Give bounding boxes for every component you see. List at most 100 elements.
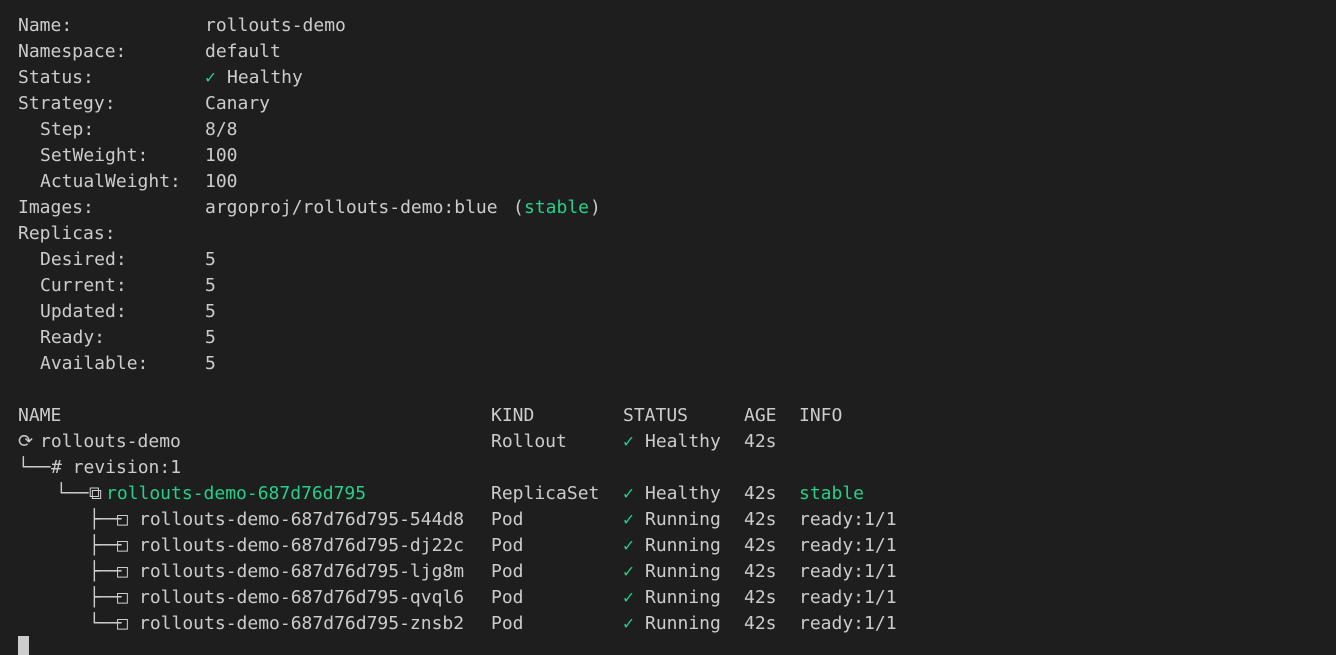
replicaset-status: Healthy: [645, 483, 721, 504]
check-icon: ✓: [623, 561, 634, 582]
value-desired: 5: [205, 249, 216, 270]
value-status: Healthy: [227, 67, 303, 88]
revision-label: # revision:1: [51, 457, 182, 478]
pod-status: Running: [645, 509, 721, 530]
label-desired: Desired:: [40, 249, 127, 270]
label-ready: Ready:: [40, 327, 106, 348]
pod-icon: □: [117, 509, 128, 530]
pod-kind: Pod: [491, 613, 524, 634]
rollout-kind: Rollout: [491, 431, 567, 452]
check-icon: ✓: [205, 67, 216, 88]
header-kind: KIND: [491, 405, 535, 426]
check-icon: ✓: [623, 587, 634, 608]
value-images: argoproj/rollouts-demo:blue: [205, 197, 498, 218]
value-actualweight: 100: [205, 171, 238, 192]
detail-row-updated: Updated: 5: [18, 299, 216, 325]
value-step: 8/8: [205, 119, 238, 140]
label-current: Current:: [40, 275, 127, 296]
label-available: Available:: [40, 353, 149, 374]
replicaset-info: stable: [799, 483, 865, 504]
pod-age: 42s: [744, 509, 777, 530]
paren-close: ): [590, 197, 601, 218]
pod-age: 42s: [744, 613, 777, 634]
pod-kind: Pod: [491, 561, 524, 582]
table-row-pod: ├── □ rollouts-demo-687d76d795-dj22c Pod…: [18, 533, 897, 559]
detail-row-strategy: Strategy: Canary: [18, 91, 270, 117]
detail-row-replicas: Replicas:: [18, 221, 116, 247]
label-setweight: SetWeight:: [40, 145, 149, 166]
check-icon: ✓: [623, 535, 634, 556]
header-info: INFO: [799, 405, 843, 426]
pod-status: Running: [645, 613, 721, 634]
pod-kind: Pod: [491, 587, 524, 608]
image-tag-stable: stable: [524, 197, 590, 218]
tree-branch: └──: [18, 457, 51, 478]
pod-status: Running: [645, 561, 721, 582]
pod-info: ready:1/1: [799, 561, 897, 582]
label-step: Step:: [40, 119, 95, 140]
detail-row-step: Step: 8/8: [18, 117, 238, 143]
table-row-replicaset: └── ⧉ rollouts-demo-687d76d795 ReplicaSe…: [18, 481, 864, 507]
check-icon: ✓: [623, 431, 634, 452]
pod-kind: Pod: [491, 535, 524, 556]
value-ready: 5: [205, 327, 216, 348]
value-available: 5: [205, 353, 216, 374]
replicaset-icon: ⧉: [89, 483, 102, 504]
header-name: NAME: [18, 405, 62, 426]
pod-icon: □: [117, 587, 128, 608]
label-name: Name:: [18, 15, 73, 36]
rollout-name: rollouts-demo: [40, 431, 181, 452]
header-status: STATUS: [623, 405, 689, 426]
pod-info: ready:1/1: [799, 613, 897, 634]
label-replicas: Replicas:: [18, 223, 116, 244]
rollout-icon: ⟳: [18, 431, 34, 452]
table-row-revision: └── # revision:1: [18, 455, 181, 481]
pod-info: ready:1/1: [799, 587, 897, 608]
terminal-window[interactable]: Name: rollouts-demo Namespace: default S…: [0, 0, 1336, 655]
terminal-cursor: [18, 636, 29, 655]
check-icon: ✓: [623, 509, 634, 530]
paren-open: (: [513, 197, 524, 218]
value-name: rollouts-demo: [205, 15, 346, 36]
replicaset-kind: ReplicaSet: [491, 483, 600, 504]
pod-info: ready:1/1: [799, 535, 897, 556]
pod-name: rollouts-demo-687d76d795-dj22c: [139, 535, 465, 556]
label-namespace: Namespace:: [18, 41, 127, 62]
label-status: Status:: [18, 67, 94, 88]
value-namespace: default: [205, 41, 281, 62]
pod-icon: □: [117, 613, 128, 634]
pod-name: rollouts-demo-687d76d795-qvql6: [139, 587, 465, 608]
value-strategy: Canary: [205, 93, 271, 114]
table-header: NAME KIND STATUS AGE INFO: [18, 403, 842, 429]
detail-row-namespace: Namespace: default: [18, 39, 281, 65]
detail-row-images: Images: argoproj/rollouts-demo:blue ( st…: [18, 195, 601, 221]
table-row-pod: ├── □ rollouts-demo-687d76d795-qvql6 Pod…: [18, 585, 897, 611]
pod-age: 42s: [744, 561, 777, 582]
pod-info: ready:1/1: [799, 509, 897, 530]
label-strategy: Strategy:: [18, 93, 116, 114]
pod-status: Running: [645, 587, 721, 608]
pod-age: 42s: [744, 535, 777, 556]
pod-icon: □: [117, 561, 128, 582]
rollout-status: Healthy: [645, 431, 721, 452]
tree-branch: └──: [56, 483, 89, 504]
pod-name: rollouts-demo-687d76d795-544d8: [139, 509, 465, 530]
replicaset-name: rollouts-demo-687d76d795: [106, 483, 367, 504]
pod-status: Running: [645, 535, 721, 556]
detail-row-status: Status: ✓ Healthy: [18, 65, 303, 91]
value-current: 5: [205, 275, 216, 296]
detail-row-ready: Ready: 5: [18, 325, 216, 351]
detail-row-desired: Desired: 5: [18, 247, 216, 273]
value-setweight: 100: [205, 145, 238, 166]
pod-name: rollouts-demo-687d76d795-znsb2: [139, 613, 465, 634]
label-updated: Updated:: [40, 301, 127, 322]
detail-row-current: Current: 5: [18, 273, 216, 299]
pod-icon: □: [117, 535, 128, 556]
detail-row-actualweight: ActualWeight: 100: [18, 169, 238, 195]
rollout-age: 42s: [744, 431, 777, 452]
pod-name: rollouts-demo-687d76d795-ljg8m: [139, 561, 465, 582]
header-age: AGE: [744, 405, 777, 426]
pod-kind: Pod: [491, 509, 524, 530]
table-row-pod: ├── □ rollouts-demo-687d76d795-544d8 Pod…: [18, 507, 897, 533]
pod-age: 42s: [744, 587, 777, 608]
